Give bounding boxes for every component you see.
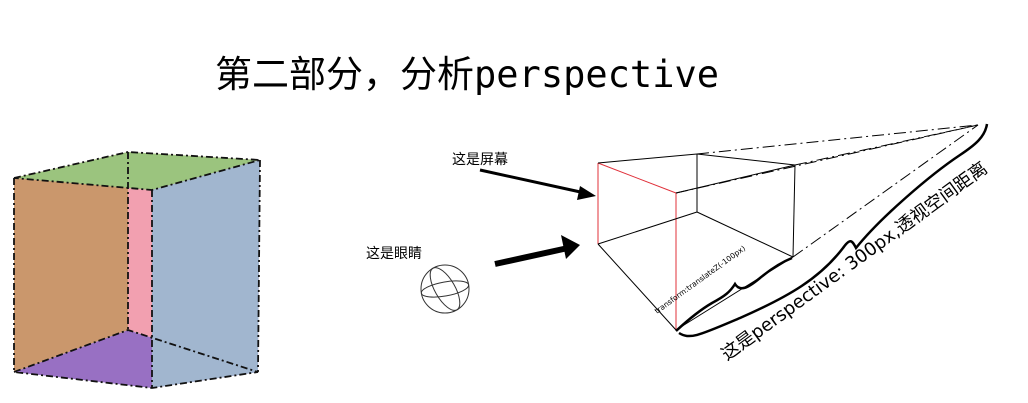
eye-arrow bbox=[494, 235, 580, 267]
cube-right-face bbox=[152, 160, 260, 388]
screen-top-edge bbox=[597, 162, 677, 194]
translate-label: transform:translateZ(-100px) bbox=[653, 244, 747, 316]
cube bbox=[13, 151, 261, 389]
diagram-canvas: 这是屏幕 这是眼睛 transform:translateZ(-100px) 这… bbox=[13, 123, 992, 389]
distance-label: 这是perspective: 300px,透视空间距离 bbox=[718, 158, 992, 365]
distance-brace bbox=[678, 123, 989, 338]
eye-label: 这是眼睛 bbox=[366, 245, 422, 262]
eye-icon bbox=[420, 264, 470, 314]
screen-label: 这是屏幕 bbox=[452, 151, 508, 168]
screen-arrow bbox=[479, 168, 596, 200]
